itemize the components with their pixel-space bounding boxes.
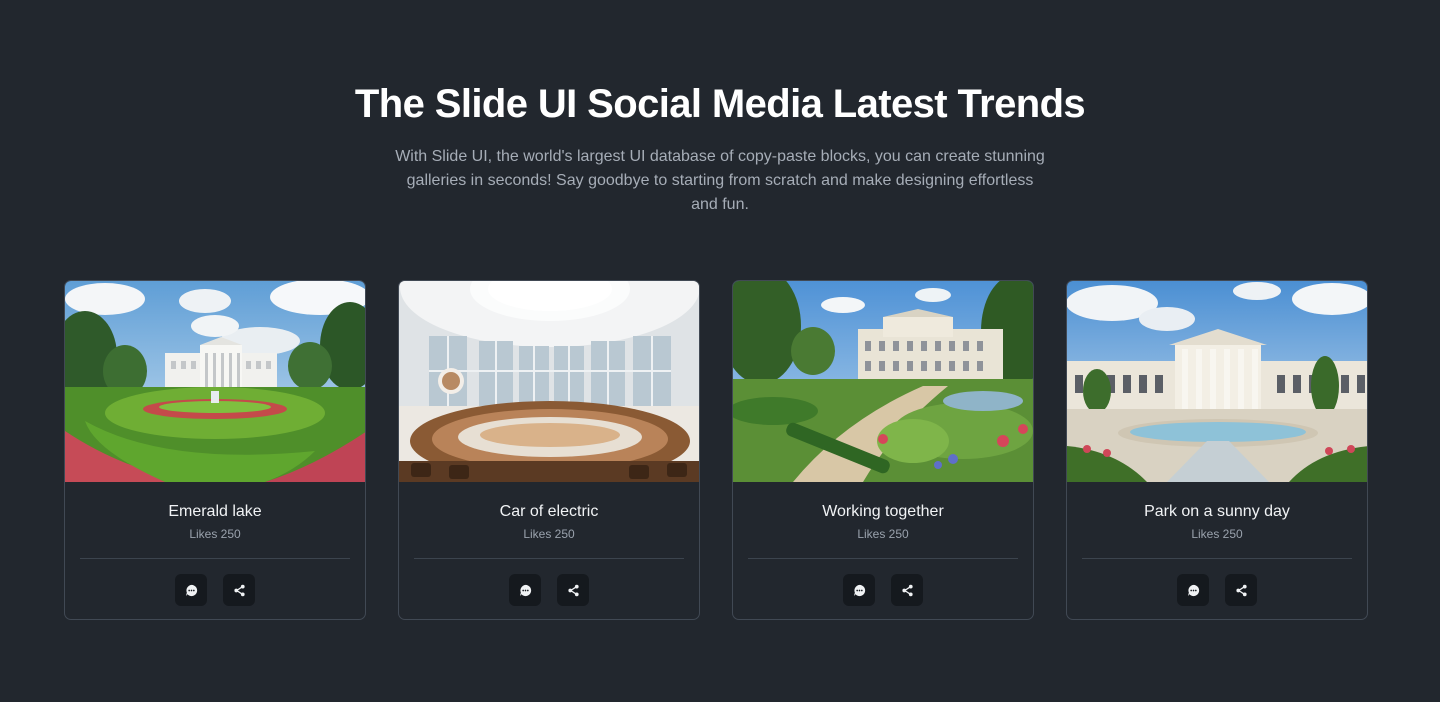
share-icon xyxy=(901,584,913,596)
palace-garden-image[interactable] xyxy=(733,281,1034,482)
card-title: Working together xyxy=(822,503,944,520)
card-title: Car of electric xyxy=(499,503,599,520)
card-divider xyxy=(1082,558,1352,559)
share-button[interactable] xyxy=(1225,574,1257,606)
card-title: Emerald lake xyxy=(168,503,262,520)
card-likes: Likes 250 xyxy=(189,527,241,541)
comment-button[interactable] xyxy=(175,574,207,606)
share-button[interactable] xyxy=(223,574,255,606)
share-button[interactable] xyxy=(557,574,589,606)
page-subtitle: With Slide UI, the world's largest UI da… xyxy=(395,148,1045,213)
card-divider xyxy=(748,558,1018,559)
card-actions xyxy=(65,574,365,606)
hero-section: The Slide UI Social Media Latest Trends … xyxy=(0,78,1440,217)
assembly-hall-image[interactable] xyxy=(399,281,700,482)
gallery-card[interactable]: Car of electric Likes 250 xyxy=(398,280,700,620)
comment-icon xyxy=(519,584,531,596)
white-house-garden-image[interactable] xyxy=(65,281,366,482)
comment-button[interactable] xyxy=(843,574,875,606)
comment-button[interactable] xyxy=(1177,574,1209,606)
card-likes: Likes 250 xyxy=(857,527,909,541)
share-icon xyxy=(233,584,245,596)
card-title: Park on a sunny day xyxy=(1144,503,1290,520)
comment-button[interactable] xyxy=(509,574,541,606)
card-likes: Likes 250 xyxy=(523,527,575,541)
card-actions xyxy=(1067,574,1367,606)
share-icon xyxy=(1235,584,1247,596)
card-likes: Likes 250 xyxy=(1191,527,1243,541)
comment-icon xyxy=(1187,584,1199,596)
comment-icon xyxy=(853,584,865,596)
card-divider xyxy=(414,558,684,559)
card-grid: Emerald lake Likes 250 Car of electric L… xyxy=(64,280,1368,620)
mansion-fountain-image[interactable] xyxy=(1067,281,1368,482)
share-icon xyxy=(567,584,579,596)
share-button[interactable] xyxy=(891,574,923,606)
card-actions xyxy=(399,574,699,606)
comment-icon xyxy=(185,584,197,596)
gallery-card[interactable]: Working together Likes 250 xyxy=(732,280,1034,620)
page-title: The Slide UI Social Media Latest Trends xyxy=(354,82,1086,126)
card-actions xyxy=(733,574,1033,606)
gallery-card[interactable]: Park on a sunny day Likes 250 xyxy=(1066,280,1368,620)
gallery-card[interactable]: Emerald lake Likes 250 xyxy=(64,280,366,620)
card-divider xyxy=(80,558,350,559)
